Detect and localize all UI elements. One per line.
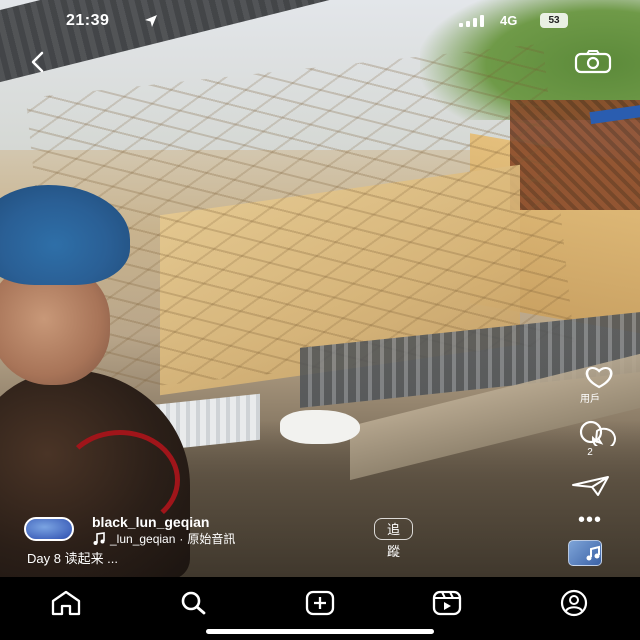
- network-type: 4G: [500, 13, 518, 28]
- follow-button[interactable]: 追蹤: [374, 518, 414, 559]
- battery-indicator: 53: [540, 13, 568, 28]
- camera-icon[interactable]: [573, 50, 613, 74]
- back-chevron-icon[interactable]: [28, 50, 48, 74]
- username[interactable]: black_lun_geqian: [92, 514, 209, 530]
- home-indicator[interactable]: [206, 629, 434, 634]
- audio-separator: ·: [179, 531, 184, 546]
- reel-video[interactable]: [0, 0, 640, 577]
- home-icon[interactable]: [46, 585, 86, 621]
- search-icon[interactable]: [173, 585, 213, 621]
- audio-author: _lun_geqian: [110, 531, 176, 546]
- audio-title: 原始音訊: [187, 532, 236, 546]
- share-icon[interactable]: [560, 475, 620, 497]
- location-arrow-icon: [143, 13, 159, 29]
- reels-icon[interactable]: [427, 585, 467, 621]
- status-bar: 21:39 4G 53: [0, 0, 640, 44]
- more-icon[interactable]: •••: [560, 510, 620, 530]
- avatar[interactable]: [24, 517, 74, 541]
- likes-label: 用戶: [580, 394, 600, 405]
- signal-bars-icon: [459, 15, 489, 27]
- music-note-icon: [92, 531, 106, 546]
- reel-caption[interactable]: Day 8 读起来 ...: [27, 548, 118, 567]
- create-icon[interactable]: [300, 585, 340, 621]
- video-bag: [280, 410, 360, 444]
- like-button[interactable]: 用戶: [560, 365, 620, 405]
- audio-thumbnail[interactable]: [568, 540, 602, 566]
- profile-icon[interactable]: [554, 585, 594, 621]
- comment-button[interactable]: 2: [560, 420, 620, 458]
- comments-count: 2: [587, 447, 593, 458]
- status-time: 21:39: [66, 12, 110, 29]
- audio-info[interactable]: _lun_geqian · 原始音訊: [92, 530, 235, 547]
